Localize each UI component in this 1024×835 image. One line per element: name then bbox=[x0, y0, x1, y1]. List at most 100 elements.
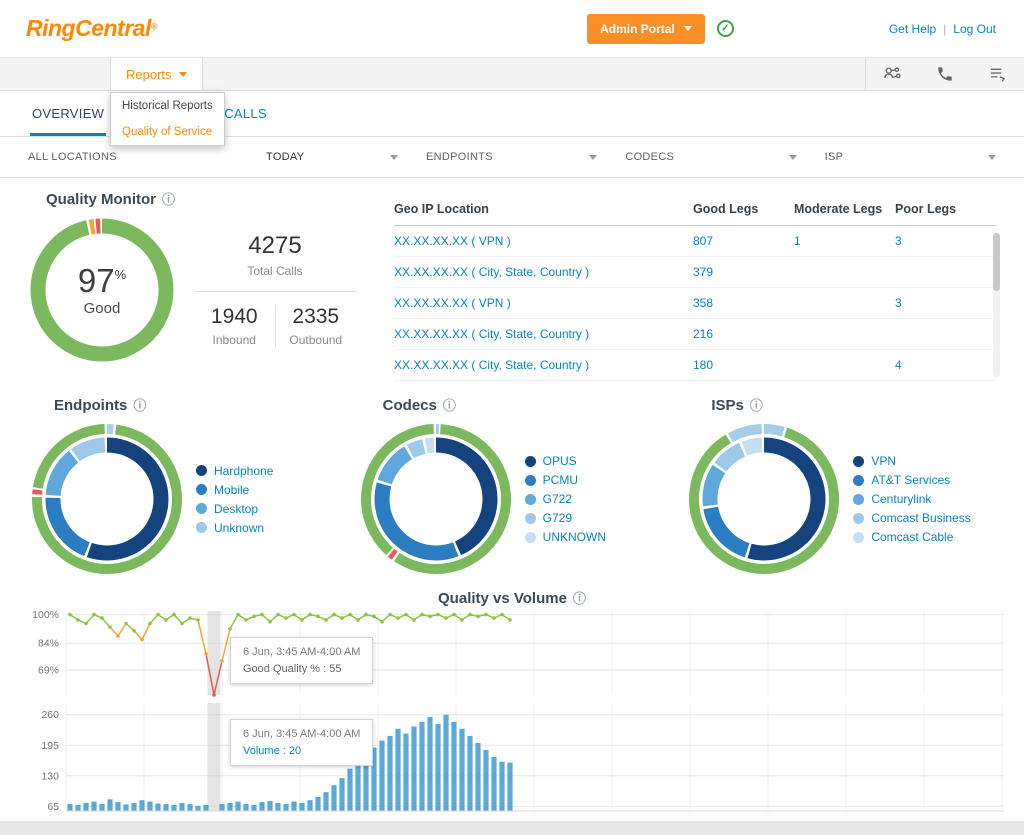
qos-dashboard-page: RingCentral® Admin Portal ✓ Get Help | L… bbox=[0, 0, 1024, 821]
isps-legend: VPN AT&T Services Centurylink Comcast Busin… bbox=[853, 449, 970, 549]
quality-monitor-panel: Quality Monitor ⓘ 97 % Good 4 bbox=[28, 191, 368, 381]
geo-ip-link[interactable]: XX.XX.XX.XX ( VPN ) bbox=[394, 234, 693, 248]
tab-overview[interactable]: OVERVIEW bbox=[30, 106, 106, 136]
quality-tooltip: 6 Jun, 3:45 AM-4:00 AM Good Quality % : … bbox=[230, 637, 373, 684]
svg-text:65: 65 bbox=[47, 801, 59, 813]
menu-item-quality-of-service[interactable]: Quality of Service bbox=[111, 119, 224, 145]
filter-isp[interactable]: ISP bbox=[825, 151, 996, 163]
tab-calls[interactable]: CALLS bbox=[222, 106, 269, 136]
legend-dot-icon bbox=[196, 503, 207, 514]
geo-table-row[interactable]: XX.XX.XX.XX ( VPN )80713 bbox=[394, 226, 996, 257]
svg-text:195: 195 bbox=[41, 740, 59, 752]
svg-text:69%: 69% bbox=[38, 665, 59, 677]
svg-text:260: 260 bbox=[41, 709, 59, 721]
chevron-down-icon bbox=[684, 26, 692, 31]
svg-text:130: 130 bbox=[41, 770, 59, 782]
legend-item[interactable]: Centurylink bbox=[853, 492, 970, 506]
info-icon[interactable]: ⓘ bbox=[162, 193, 175, 206]
log-out-link[interactable]: Log Out bbox=[953, 22, 996, 36]
legend-item[interactable]: VPN bbox=[853, 454, 970, 468]
chevron-down-icon bbox=[179, 72, 187, 77]
quality-donut-center: 97 % Good bbox=[28, 216, 176, 364]
call-log-icon[interactable] bbox=[971, 58, 1024, 90]
geo-ip-link[interactable]: XX.XX.XX.XX ( City, State, Country ) bbox=[394, 358, 693, 372]
geo-table-rows: XX.XX.XX.XX ( VPN )80713XX.XX.XX.XX ( Ci… bbox=[394, 226, 996, 381]
help-links: Get Help | Log Out bbox=[889, 22, 996, 36]
geo-table-row[interactable]: XX.XX.XX.XX ( VPN )3583 bbox=[394, 288, 996, 319]
legend-item[interactable]: UNKNOWN bbox=[525, 530, 606, 544]
phone-icon[interactable] bbox=[919, 58, 971, 90]
legend-dot-icon bbox=[525, 532, 536, 543]
legend-item[interactable]: Unknown bbox=[196, 521, 273, 535]
reports-label: Reports bbox=[126, 67, 172, 82]
geo-ip-link[interactable]: XX.XX.XX.XX ( City, State, Country ) bbox=[394, 265, 693, 279]
codecs-donut-chart[interactable] bbox=[357, 420, 515, 578]
geo-ip-table: Geo IP Location Good Legs Moderate Legs … bbox=[394, 193, 996, 381]
svg-text:84%: 84% bbox=[38, 638, 59, 650]
info-icon[interactable]: ⓘ bbox=[443, 399, 456, 412]
table-scrollbar[interactable] bbox=[993, 233, 1000, 377]
isps-donut-chart[interactable] bbox=[685, 420, 843, 578]
geo-table-row[interactable]: XX.XX.XX.XX ( City, State, Country )216 bbox=[394, 319, 996, 350]
filter-all-locations[interactable]: ALL LOCATIONS bbox=[28, 151, 266, 163]
isps-title: ISPs ⓘ bbox=[685, 397, 1014, 414]
quality-line-chart[interactable]: 100%84%69% bbox=[24, 611, 1008, 703]
legend-item[interactable]: Comcast Cable bbox=[853, 530, 970, 544]
inbound-stat: 1940 Inbound bbox=[194, 305, 276, 347]
isps-section: ISPs ⓘ VPN AT&T Services Centurylink Comcas… bbox=[685, 397, 1014, 578]
legend-dot-icon bbox=[853, 456, 864, 467]
good-label: Good bbox=[84, 300, 121, 317]
endpoints-section: Endpoints ⓘ HardphoneMobileDesktopUnknow… bbox=[28, 397, 357, 578]
menu-item-historical-reports[interactable]: Historical Reports bbox=[111, 93, 224, 119]
legend-item[interactable]: Hardphone bbox=[196, 464, 273, 478]
reports-dropdown-menu: Historical Reports Quality of Service bbox=[110, 92, 225, 146]
reports-menu-button[interactable]: Reports bbox=[110, 58, 203, 90]
legend-dot-icon bbox=[525, 494, 536, 505]
legend-item[interactable]: G729 bbox=[525, 511, 606, 525]
breakdown-row: Endpoints ⓘ HardphoneMobileDesktopUnknow… bbox=[0, 381, 1024, 578]
volume-bar-chart[interactable]: 260 195 130 65 bbox=[24, 703, 1008, 819]
chevron-down-icon bbox=[589, 155, 597, 160]
quality-vs-volume-charts: 100%84%69% 26019513065 6 Jun, 3:45 AM-4:… bbox=[0, 607, 1024, 819]
status-check-icon: ✓ bbox=[717, 20, 734, 37]
top-header: RingCentral® Admin Portal ✓ Get Help | L… bbox=[0, 0, 1024, 57]
legend-dot-icon bbox=[196, 465, 207, 476]
chevron-down-icon bbox=[789, 155, 797, 160]
info-icon[interactable]: ⓘ bbox=[750, 399, 763, 412]
main-navbar: Reports bbox=[0, 57, 1024, 91]
topbar-right: Admin Portal ✓ Get Help | Log Out bbox=[587, 14, 996, 44]
legend-item[interactable]: AT&T Services bbox=[853, 473, 970, 487]
scrollbar-thumb[interactable] bbox=[993, 233, 1000, 291]
geo-ip-link[interactable]: XX.XX.XX.XX ( City, State, Country ) bbox=[394, 327, 693, 341]
user-network-icon[interactable] bbox=[866, 58, 919, 90]
chevron-down-icon bbox=[988, 155, 996, 160]
endpoints-donut-chart[interactable] bbox=[28, 420, 186, 578]
registered-mark: ® bbox=[151, 22, 158, 32]
chevron-down-icon bbox=[390, 155, 398, 160]
filter-date-today[interactable]: TODAY bbox=[266, 151, 398, 163]
codecs-legend: OPUS PCMU G722 G729 UNKNOWN bbox=[525, 449, 606, 549]
geo-table-row[interactable]: XX.XX.XX.XX ( City, State, Country )1804 bbox=[394, 350, 996, 381]
geo-table-row[interactable]: XX.XX.XX.XX ( City, State, Country )379 bbox=[394, 257, 996, 288]
admin-portal-button[interactable]: Admin Portal bbox=[587, 14, 705, 44]
legend-dot-icon bbox=[196, 522, 207, 533]
legend-item[interactable]: PCMU bbox=[525, 473, 606, 487]
legend-item[interactable]: Comcast Business bbox=[853, 511, 970, 525]
info-icon[interactable]: ⓘ bbox=[573, 592, 586, 605]
info-icon[interactable]: ⓘ bbox=[133, 399, 146, 412]
legend-dot-icon bbox=[196, 484, 207, 495]
legend-item[interactable]: OPUS bbox=[525, 454, 606, 468]
filter-endpoints[interactable]: ENDPOINTS bbox=[426, 151, 597, 163]
legend-item[interactable]: Mobile bbox=[196, 483, 273, 497]
quality-monitor-title: Quality Monitor ⓘ bbox=[28, 191, 368, 208]
geo-ip-link[interactable]: XX.XX.XX.XX ( VPN ) bbox=[394, 296, 693, 310]
legend-dot-icon bbox=[853, 513, 864, 524]
quality-donut-chart[interactable]: 97 % Good bbox=[28, 216, 176, 364]
quality-vs-volume-section: Quality vs Volume ⓘ 100%84%69% 260195130… bbox=[0, 590, 1024, 819]
legend-item[interactable]: Desktop bbox=[196, 502, 273, 516]
get-help-link[interactable]: Get Help bbox=[889, 22, 936, 36]
filter-codecs[interactable]: CODECS bbox=[625, 151, 796, 163]
navbar-icons bbox=[865, 58, 1024, 90]
legend-item[interactable]: G722 bbox=[525, 492, 606, 506]
screen: RingCentral® Admin Portal ✓ Get Help | L… bbox=[0, 0, 1024, 835]
